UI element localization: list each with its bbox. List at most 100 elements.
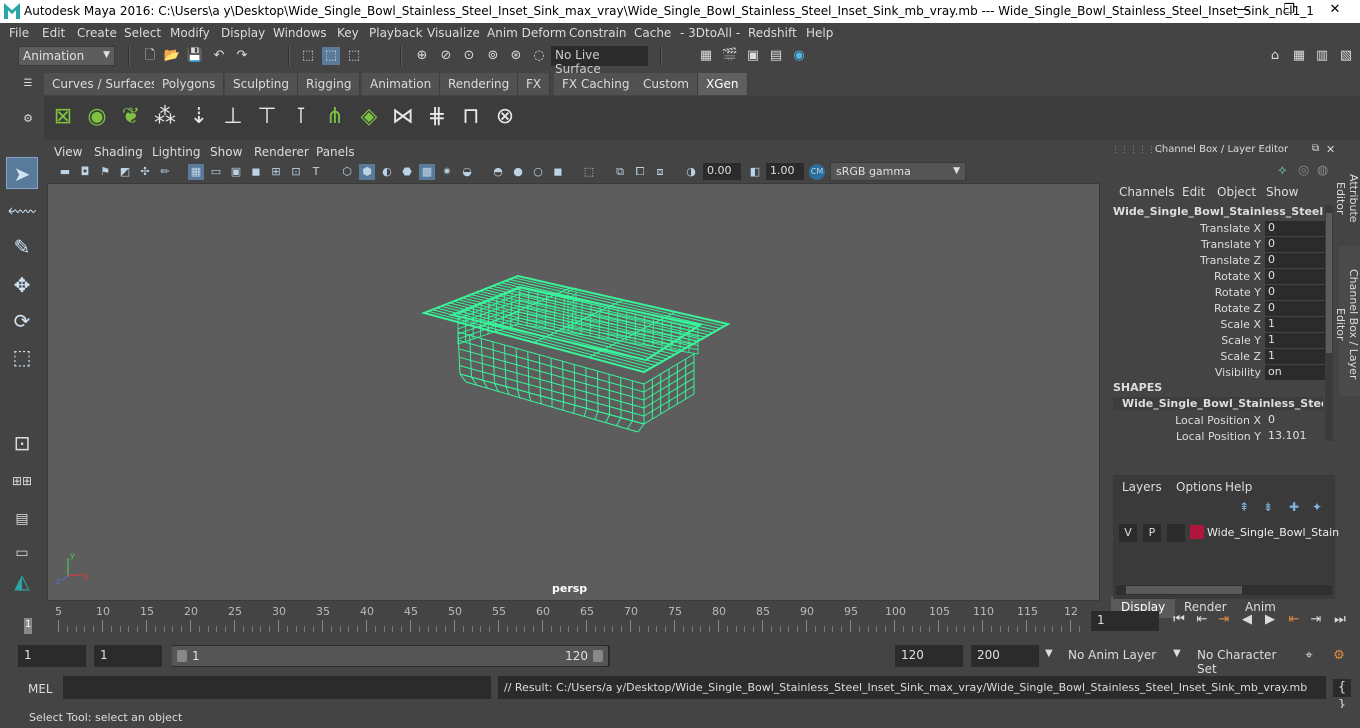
tab-polygons[interactable]: Polygons [154, 73, 225, 95]
default-material-icon[interactable]: ◐ [379, 164, 395, 180]
scale-tool-icon[interactable]: ⬚ [6, 341, 38, 373]
le-menu-help[interactable]: Help [1225, 480, 1252, 494]
attr-translate-z[interactable]: Translate Z0 [1113, 253, 1325, 269]
channel-box-scrollbar[interactable] [1325, 205, 1333, 441]
menu-windows[interactable]: Windows [273, 26, 327, 40]
menu-edit[interactable]: Edit [42, 26, 65, 40]
gate-mask-icon[interactable]: ◼ [248, 164, 264, 180]
step-back-frame-icon[interactable]: ⇥ [1214, 610, 1234, 630]
move-tool-icon[interactable]: ✥ [6, 269, 38, 301]
layer-type-toggle[interactable] [1167, 524, 1185, 542]
isolate-select-icon[interactable]: ⬚ [581, 164, 597, 180]
shelf-menu-icon[interactable]: ☰ [19, 75, 37, 93]
tab-sculpting[interactable]: Sculpting [225, 73, 299, 95]
xgen-add-guide-icon[interactable]: ⁂ [150, 102, 180, 132]
xgen-fur-icon[interactable]: ⋕ [422, 102, 452, 132]
layer-name[interactable]: Wide_Single_Bowl_Stain [1207, 526, 1339, 539]
menu-playback[interactable]: Playback [369, 26, 423, 40]
xgen-guide-lock-icon[interactable]: ⊺ [286, 102, 316, 132]
textured-icon[interactable]: ▩ [419, 164, 435, 180]
layer-color-swatch[interactable] [1190, 525, 1204, 539]
vp-menu-view[interactable]: View [54, 145, 82, 159]
step-forward-key-icon[interactable]: ⇥ [1306, 610, 1326, 630]
tab-curves-surfaces[interactable]: Curves / Surfaces [44, 73, 167, 95]
layout-icon[interactable]: ▦ [1290, 47, 1308, 65]
xgen-guide-add-icon[interactable]: ⊥ [218, 102, 248, 132]
anim-prefs-icon[interactable]: ⚙ [1330, 647, 1348, 665]
view-transform-dropdown[interactable]: sRGB gamma ▼ [830, 162, 966, 181]
menu-help[interactable]: Help [806, 26, 833, 40]
xray-active-icon[interactable]: ⧠ [632, 164, 648, 180]
camera-select-icon[interactable]: ▬ [57, 164, 73, 180]
attr-visibility[interactable]: Visibility on [1113, 365, 1325, 381]
render-view-icon[interactable]: ▤ [767, 47, 785, 65]
snap-curve-icon[interactable]: ⊘ [437, 47, 455, 65]
close-panel-icon[interactable]: ✕ [1326, 143, 1335, 156]
snap-surface-icon[interactable]: ⊛ [507, 47, 525, 65]
xgen-guide-view-icon[interactable]: ⊤ [252, 102, 282, 132]
channel-box-side-tab[interactable]: Channel Box / Layer Editor [1334, 246, 1360, 396]
safe-title-icon[interactable]: T [308, 164, 324, 180]
script-editor-icon[interactable]: { } [1333, 679, 1351, 713]
attr-scale-z[interactable]: Scale Z1 [1113, 349, 1325, 365]
play-backward-icon[interactable]: ◀ [1237, 610, 1257, 630]
xgen-preview-icon[interactable]: ◉ [82, 102, 112, 132]
tab-fx[interactable]: FX [518, 73, 551, 95]
gamma-field[interactable]: 1.00 [766, 163, 804, 180]
float-panel-icon[interactable]: ⧉ [1312, 143, 1319, 154]
redo-icon[interactable]: ↷ [233, 47, 251, 65]
xgen-editor-icon[interactable]: ⊠ [48, 102, 78, 132]
xray-joints-icon[interactable]: ⧈ [652, 164, 668, 180]
attr-scale-y[interactable]: Scale Y1 [1113, 333, 1325, 349]
select-component-icon[interactable]: ⬚ [345, 47, 363, 65]
anim-layer-dropdown[interactable]: ▼ No Anim Layer [1045, 645, 1163, 667]
vp-menu-lighting[interactable]: Lighting [152, 145, 201, 159]
perspective-viewport[interactable]: y x z persp [47, 183, 1100, 601]
xgen-delete-icon[interactable]: ⊗ [490, 102, 520, 132]
render-frame-icon[interactable]: 🎬 [721, 47, 739, 65]
cb-menu-show[interactable]: Show [1266, 185, 1298, 199]
attr-translate-y[interactable]: Translate Y0 [1113, 237, 1325, 253]
move-layer-down-icon[interactable]: ⇟ [1263, 500, 1273, 514]
undo-icon[interactable]: ↶ [210, 47, 228, 65]
command-input[interactable] [63, 676, 491, 699]
single-perspective-layout-icon[interactable]: ⊡ [6, 427, 38, 459]
vp-menu-show[interactable]: Show [210, 145, 242, 159]
time-slider[interactable]: 1 5 10 15 20 25 30 35 40 45 50 55 60 65 70 75 80 85 90 95 1… [18, 604, 1088, 634]
playback-start-field[interactable]: 1 [94, 645, 162, 667]
attr-rotate-z[interactable]: Rotate Z0 [1113, 301, 1325, 317]
xgen-groom-icon[interactable]: ◈ [354, 102, 384, 132]
step-forward-frame-icon[interactable]: ⇤ [1284, 610, 1304, 630]
xgen-clump-icon[interactable]: ⊓ [456, 102, 486, 132]
menu-3dtoall[interactable]: - 3DtoAll - [680, 26, 740, 40]
layer-row[interactable]: V P Wide_Single_Bowl_Stain [1116, 524, 1339, 542]
menu-key[interactable]: Key [337, 26, 359, 40]
play-forward-icon[interactable]: ▶ [1260, 610, 1280, 630]
hypershade-icon[interactable]: ◉ [790, 47, 808, 65]
snap-grid-icon[interactable]: ⊕ [413, 47, 431, 65]
menu-create[interactable]: Create [77, 26, 117, 40]
use-lights-icon[interactable]: ✷ [439, 164, 455, 180]
speed-icon[interactable]: ◎ [1298, 163, 1309, 178]
tab-custom[interactable]: Custom [635, 73, 698, 95]
animation-start-field[interactable]: 1 [18, 645, 86, 667]
xgen-grass-icon[interactable]: ⋔ [320, 102, 350, 132]
safe-action-icon[interactable]: ⊡ [288, 164, 304, 180]
wireframe-icon[interactable]: ⬡ [339, 164, 355, 180]
bookmark-icon[interactable]: ⚑ [97, 164, 113, 180]
snap-point-icon[interactable]: ⊙ [460, 47, 478, 65]
paint-select-tool-icon[interactable]: ✎ [6, 231, 38, 263]
range-end-handle[interactable] [593, 650, 603, 662]
mel-label[interactable]: MEL [28, 682, 53, 696]
vp-menu-renderer[interactable]: Renderer [254, 145, 309, 159]
maximize-button[interactable]: ❐ [1266, 2, 1312, 22]
range-start-handle[interactable] [177, 650, 187, 662]
image-plane-icon[interactable]: ◩ [117, 164, 133, 180]
layer-visibility-toggle[interactable]: V [1119, 524, 1137, 542]
wireframe-on-shaded-icon[interactable]: ⬣ [399, 164, 415, 180]
auto-key-icon[interactable]: ⌖ [1300, 647, 1318, 665]
close-button[interactable]: ✕ [1312, 2, 1358, 22]
menu-redshift[interactable]: Redshift [748, 26, 797, 40]
select-tool-icon[interactable]: ➤ [6, 157, 38, 189]
attr-translate-x[interactable]: Translate X0 [1113, 221, 1325, 237]
